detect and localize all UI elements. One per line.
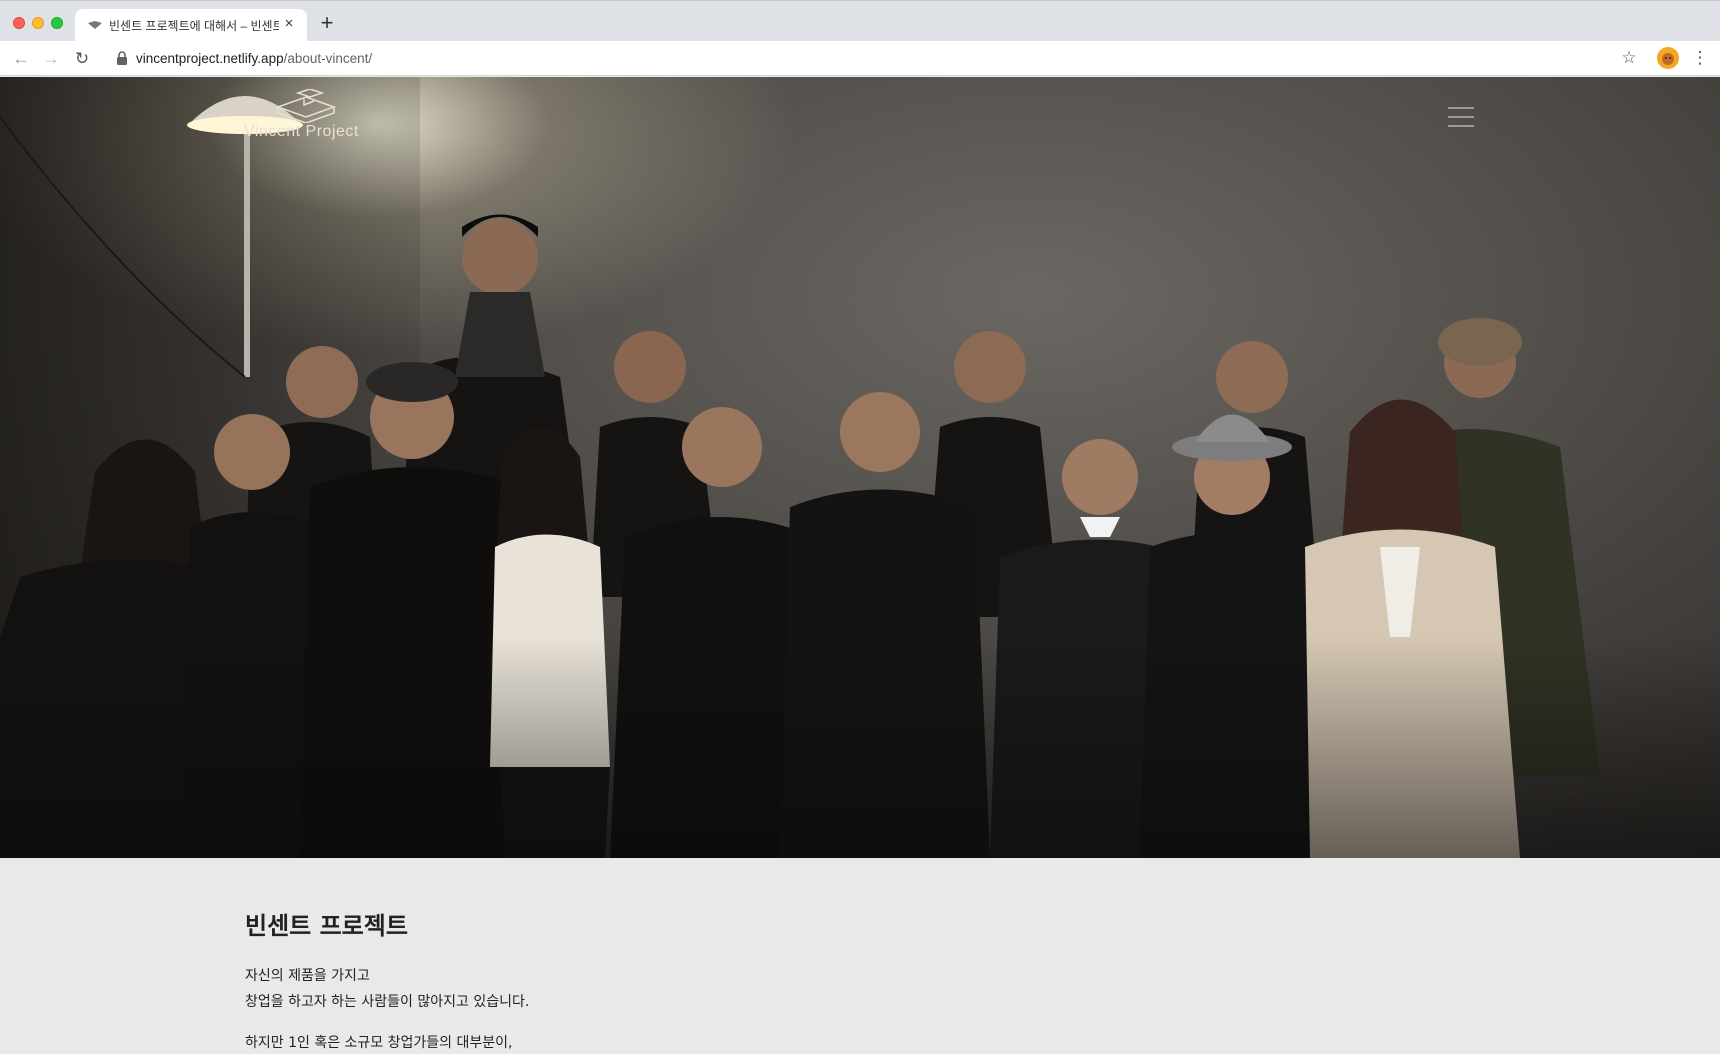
url-host: vincentproject.netlify.app [136,51,284,66]
window-minimize-button[interactable] [32,17,44,29]
about-content: 빈센트 프로젝트 자신의 제품을 가지고 창업을 하고자 하는 사람들이 많아지… [0,858,1720,1054]
hero-section: Vincent Project [0,77,1720,858]
site-logo[interactable]: Vincent Project [244,89,369,151]
intro-line-2: 창업을 하고자 하는 사람들이 많아지고 있습니다. [245,994,530,1010]
logo-text: Vincent Project [244,123,359,140]
logo-box-icon [275,89,337,123]
hero-floor-shade [0,637,1720,858]
avatar-face-icon [1657,47,1679,69]
browser-tab-bar: 빈센트 프로젝트에 대해서 – 빈센트 프 × + [0,0,1720,42]
profile-avatar[interactable] [1657,47,1679,69]
site-favicon-icon [88,21,102,29]
address-bar[interactable]: vincentproject.netlify.app/about-vincent… [106,44,1658,73]
page-title: 빈센트 프로젝트 [245,912,408,940]
tab-title: 빈센트 프로젝트에 대해서 – 빈센트 프 [109,19,279,33]
url-path: /about-vincent/ [283,51,373,66]
hamburger-icon[interactable] [1448,107,1474,127]
url-text: vincentproject.netlify.app/about-vincent… [136,51,372,66]
tab-close-icon[interactable]: × [281,15,297,33]
window-zoom-button[interactable] [51,17,63,29]
reload-icon[interactable]: ↻ [70,47,94,71]
browser-toolbar: ← → ↻ vincentproject.netlify.app/about-v… [0,41,1720,76]
back-arrow-icon[interactable]: ← [9,47,33,71]
bookmark-star-icon[interactable]: ☆ [1618,47,1640,69]
window-close-button[interactable] [13,17,25,29]
forward-arrow-icon[interactable]: → [39,47,63,71]
intro-line-3: 하지만 1인 혹은 소규모 창업가들의 대부분이, [245,1035,513,1051]
new-tab-button[interactable]: + [318,12,336,34]
lock-icon [117,51,127,65]
kebab-menu-icon[interactable]: ⋮ [1690,47,1710,69]
intro-line-1: 자신의 제품을 가지고 [245,968,370,984]
browser-tab-active[interactable]: 빈센트 프로젝트에 대해서 – 빈센트 프 × [75,9,307,42]
